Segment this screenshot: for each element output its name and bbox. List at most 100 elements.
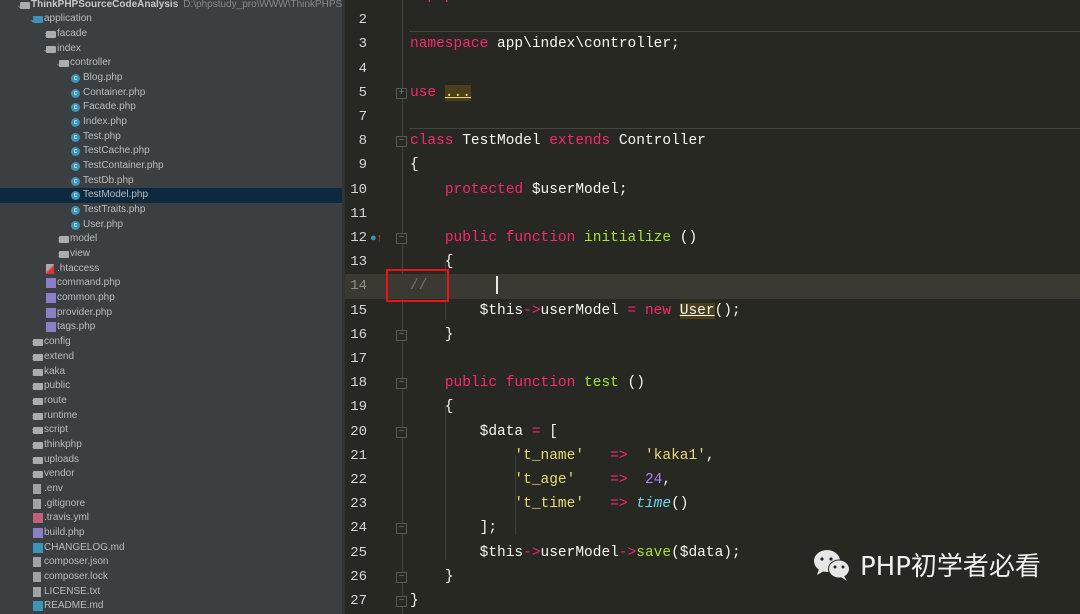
tree-file[interactable]: c Container.php — [0, 86, 342, 101]
code-line[interactable]: 11 — [345, 202, 1080, 226]
tree-file[interactable]: c TestCache.php — [0, 144, 342, 159]
code-token: initialize — [584, 230, 672, 246]
code-text: use ... — [410, 81, 471, 105]
tree-file[interactable]: tags.php — [0, 320, 342, 335]
folder-icon — [33, 471, 43, 479]
fold-collapse-icon[interactable]: − — [396, 329, 407, 341]
code-token: , — [662, 472, 672, 488]
code-line[interactable]: 10 protected $userModel; — [345, 178, 1080, 202]
fold-collapse-icon[interactable]: − — [396, 426, 407, 438]
tree-file[interactable]: LICENSE.txt — [0, 585, 342, 600]
folder-icon — [46, 30, 56, 38]
code-line[interactable]: 9{ — [345, 153, 1080, 177]
code-line[interactable]: 14// — [345, 274, 1080, 299]
line-number: 4 — [358, 60, 367, 77]
tree-folder[interactable]: ›extend — [0, 350, 342, 365]
code-token: = — [627, 302, 637, 319]
tree-folder[interactable]: ›thinkphp — [0, 438, 342, 453]
code-token: $data — [410, 423, 532, 440]
fold-expand-icon[interactable]: + — [396, 87, 407, 99]
override-method-icon[interactable]: ●↑ — [370, 232, 382, 244]
tree-folder[interactable]: ⌄ThinkPHPSourceCodeAnalysisD:\phpstudy_p… — [0, 0, 342, 12]
fold-collapse-icon[interactable]: − — [396, 571, 407, 583]
tree-file[interactable]: CHANGELOG.md — [0, 541, 342, 556]
php-class-icon: c — [71, 176, 80, 186]
code-line[interactable]: 4 — [345, 57, 1080, 81]
tree-file[interactable]: README.md — [0, 599, 342, 614]
tree-folder[interactable]: ›kaka — [0, 365, 342, 380]
tree-folder[interactable]: ›script — [0, 423, 342, 438]
tree-file[interactable]: composer.json — [0, 555, 342, 570]
fold-collapse-icon[interactable]: − — [396, 378, 407, 390]
code-line[interactable]: 3 namespace app\index\controller; — [345, 32, 1080, 56]
tree-file[interactable]: c Test.php — [0, 130, 342, 145]
code-line[interactable]: 2 — [345, 8, 1080, 32]
code-line[interactable]: 13 { — [345, 250, 1080, 274]
line-number: 23 — [350, 496, 367, 513]
line-number: 13 — [350, 254, 367, 271]
code-token: ... — [444, 84, 471, 101]
code-line[interactable]: 5 + use ... — [345, 81, 1080, 105]
code-line[interactable]: 19 { — [345, 395, 1080, 419]
tree-file[interactable]: .htaccess — [0, 262, 342, 277]
code-line[interactable]: 1 <?php — [345, 0, 1080, 8]
code-line[interactable]: 27 −} — [345, 589, 1080, 613]
fold-collapse-icon[interactable]: − — [396, 136, 407, 148]
code-text: public function test () — [410, 371, 645, 395]
code-line[interactable]: 15 $this->userModel = new User(); — [345, 299, 1080, 323]
tree-folder[interactable]: ›view — [0, 247, 342, 262]
tree-file[interactable]: .travis.yml — [0, 511, 342, 526]
fold-collapse-icon[interactable]: − — [396, 596, 407, 607]
code-editor[interactable]: 1<?php23namespace app\index\controller; 4… — [345, 0, 1080, 614]
tree-file[interactable]: command.php — [0, 276, 342, 291]
code-line[interactable]: 16 − } — [345, 323, 1080, 347]
tree-folder[interactable]: ›model — [0, 232, 342, 247]
code-line[interactable]: 23 't_time' => time() — [345, 492, 1080, 516]
tree-file[interactable]: c Index.php — [0, 115, 342, 130]
tree-file[interactable]: .env — [0, 482, 342, 497]
php-file-icon — [46, 293, 56, 304]
code-token: } — [410, 593, 419, 609]
code-line[interactable]: 20 − $data = [ — [345, 420, 1080, 444]
tree-folder[interactable]: ›runtime — [0, 409, 342, 424]
tree-folder[interactable]: ⌄application — [0, 12, 342, 27]
code-token: 'kaka1' — [644, 447, 706, 464]
tree-file[interactable]: common.php — [0, 291, 342, 306]
code-line[interactable]: 24 − ]; — [345, 516, 1080, 540]
code-line[interactable]: 12 − public function initialize () — [345, 226, 1080, 250]
tree-folder[interactable]: ›public — [0, 379, 342, 394]
code-text: <?php — [410, 0, 454, 8]
code-line[interactable]: 18 − public function test () — [345, 371, 1080, 395]
tree-folder[interactable]: ›vendor — [0, 467, 342, 482]
tree-file[interactable]: provider.php — [0, 306, 342, 321]
tree-file[interactable]: composer.lock — [0, 570, 342, 585]
tree-file[interactable]: build.php — [0, 526, 342, 541]
php-class-icon: c — [71, 147, 80, 157]
file-file-icon — [33, 586, 41, 597]
tree-item-label: CHANGELOG.md — [44, 541, 125, 553]
code-line[interactable]: 21 't_name' => 'kaka1', — [345, 444, 1080, 468]
tree-file[interactable]: c Facade.php — [0, 100, 342, 115]
tree-folder[interactable]: ›route — [0, 394, 342, 409]
tree-file[interactable]: c User.php — [0, 218, 342, 233]
fold-collapse-icon[interactable]: − — [396, 233, 407, 244]
tree-folder[interactable]: ›uploads — [0, 453, 342, 468]
tree-file[interactable]: c Blog.php — [0, 71, 342, 86]
tree-file[interactable]: c TestDb.php — [0, 174, 342, 189]
code-line[interactable]: 8 − class TestModel extends Controller — [345, 129, 1080, 153]
fold-collapse-icon[interactable]: − — [396, 523, 407, 535]
tree-folder[interactable]: ›facade — [0, 27, 342, 42]
tree-item-label: model — [70, 233, 98, 245]
tree-file[interactable]: c TestTraits.php — [0, 203, 342, 218]
tree-file[interactable]: c TestModel.php — [0, 188, 342, 204]
tree-file[interactable]: c TestContainer.php — [0, 159, 342, 174]
code-line[interactable]: 7 — [345, 105, 1080, 129]
tree-file[interactable]: .gitignore — [0, 497, 342, 512]
code-line[interactable]: 22 't_age' => 24, — [345, 468, 1080, 492]
tree-folder[interactable]: ⌄controller — [0, 56, 342, 71]
code-line[interactable]: 17 — [345, 347, 1080, 371]
line-number: 20 — [350, 423, 367, 440]
tree-folder[interactable]: ⌄index — [0, 42, 342, 57]
tree-folder[interactable]: ›config — [0, 335, 342, 350]
